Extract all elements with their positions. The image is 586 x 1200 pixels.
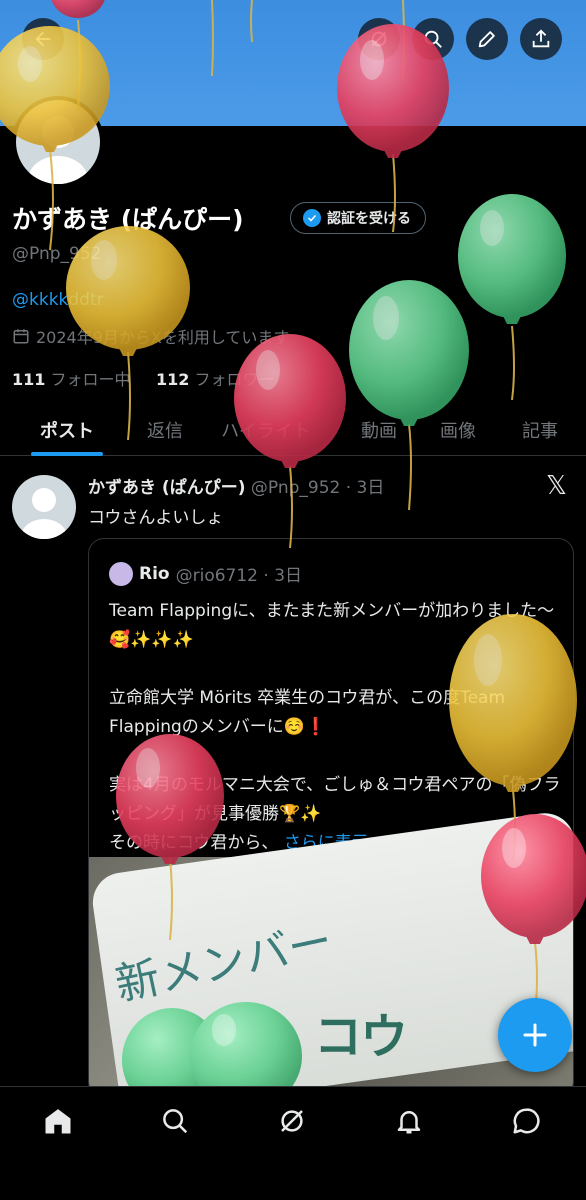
tab-videos[interactable]: 動画 <box>336 404 422 455</box>
post-avatar[interactable] <box>12 475 76 539</box>
nav-messages[interactable] <box>506 1101 546 1141</box>
plus-icon <box>523 1023 547 1047</box>
quoted-avatar[interactable] <box>109 561 133 586</box>
profile-name: かずあき (ぱんぴー) <box>12 205 244 234</box>
compose-post-button[interactable] <box>498 998 572 1072</box>
edit-button[interactable] <box>466 18 508 60</box>
share-button[interactable] <box>520 18 562 60</box>
nav-home[interactable] <box>38 1101 78 1141</box>
profile-avatar[interactable] <box>12 96 104 188</box>
tab-replies[interactable]: 返信 <box>134 404 196 455</box>
back-button[interactable] <box>22 18 64 60</box>
following-link[interactable]: 111 フォロー中 <box>12 370 131 389</box>
default-avatar-icon <box>21 488 67 539</box>
following-label: フォロー中 <box>50 370 131 389</box>
grok-icon <box>371 31 387 47</box>
bio-mention-link[interactable]: @kkkkddtr <box>12 290 104 310</box>
x-logo-icon: 𝕏 <box>546 471 567 501</box>
home-icon <box>45 1109 71 1134</box>
followers-label: フォロワー <box>194 370 275 389</box>
quoted-handle-time: @rio6712 · 3日 <box>175 566 303 586</box>
share-icon <box>532 29 550 48</box>
nav-grok[interactable] <box>272 1101 312 1141</box>
quoted-post-header: Rio @rio6712 · 3日 <box>109 561 302 586</box>
grok-icon <box>281 1110 303 1132</box>
verified-badge-icon <box>303 209 321 227</box>
quoted-media-image[interactable]: 新メンバー コウ <box>89 809 573 1097</box>
quoted-line: 立命館大学 Mörits 卒業生のコウ君が、この度Team Flappingのメ… <box>109 688 506 737</box>
search-icon <box>163 1109 188 1134</box>
search-icon <box>424 30 442 48</box>
bell-icon <box>397 1111 421 1134</box>
calendar-icon <box>13 329 29 344</box>
quoted-line <box>109 655 563 684</box>
follow-stats: 111 フォロー中 112 フォロワー <box>12 366 274 390</box>
bottom-navigation <box>0 1086 586 1200</box>
post-header: かずあき (ぱんぴー) @Pnp_952 · 3日 <box>88 473 384 498</box>
joined-date: 2024年9月からXを利用しています <box>12 324 289 348</box>
following-count: 111 <box>12 370 46 389</box>
followers-link[interactable]: 112 フォロワー <box>156 370 275 389</box>
edit-icon <box>478 31 495 48</box>
tab-articles[interactable]: 記事 <box>494 404 586 455</box>
profile-handle: @Pnp_952 <box>12 244 102 264</box>
quoted-author[interactable]: Rio <box>139 564 170 584</box>
joined-text: 2024年9月からXを利用しています <box>36 328 290 347</box>
quoted-line <box>109 742 563 771</box>
search-button[interactable] <box>412 18 454 60</box>
get-verified-label: 認証を受ける <box>327 211 411 227</box>
quoted-post[interactable]: Rio @rio6712 · 3日 Team Flappingに、またまた新メン… <box>88 538 574 1098</box>
quoted-line: Team Flappingに、またまた新メンバーが加わりました〜🥰✨✨✨ <box>109 601 555 650</box>
quoted-line-last: その時にコウ君から、 <box>109 833 279 853</box>
post-author[interactable]: かずあき (ぱんぴー) <box>88 478 245 498</box>
post-text: コウさんよいしょ <box>88 508 224 528</box>
profile-tabs: ポスト 返信 ハイライト 動画 画像 記事 <box>0 404 586 456</box>
tab-posts[interactable]: ポスト <box>0 404 134 455</box>
nav-notifications[interactable] <box>389 1101 429 1141</box>
get-verified-button[interactable]: 認証を受ける <box>290 202 426 234</box>
image-text-kou: コウ <box>314 1009 409 1065</box>
nav-search[interactable] <box>155 1101 195 1141</box>
tab-highlights[interactable]: ハイライト <box>196 404 336 455</box>
default-avatar-icon <box>28 116 88 184</box>
followers-count: 112 <box>155 370 190 389</box>
tab-images[interactable]: 画像 <box>422 404 494 455</box>
grok-button[interactable] <box>358 18 400 60</box>
post-handle-time: @Pnp_952 · 3日 <box>250 478 385 498</box>
balloon-green <box>458 194 566 324</box>
messages-icon <box>513 1108 540 1134</box>
back-arrow-icon <box>35 31 51 47</box>
